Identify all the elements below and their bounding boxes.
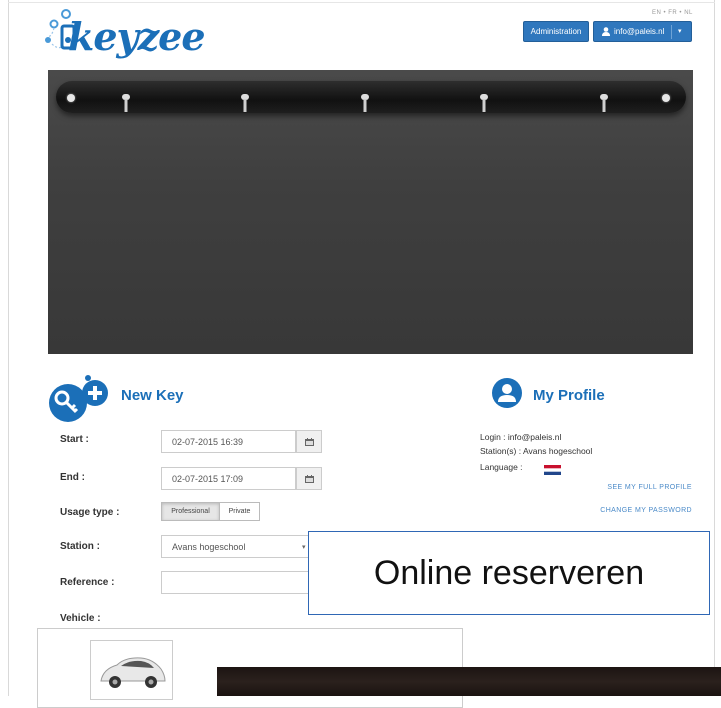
profile-icon: [492, 378, 522, 408]
key-hook-icon: [241, 94, 249, 112]
rail-screw-icon: [662, 94, 670, 102]
car-icon: [100, 657, 166, 688]
chevron-down-icon: ▾: [302, 544, 306, 551]
user-email: info@paleis.nl: [614, 27, 665, 36]
vehicle-label: Vehicle :: [60, 613, 101, 624]
background-photo: [217, 667, 721, 696]
rail-screw-icon: [67, 94, 75, 102]
end-label: End :: [60, 472, 85, 483]
reference-label: Reference :: [60, 577, 115, 588]
reference-input[interactable]: [161, 571, 316, 594]
user-menu-button[interactable]: info@paleis.nl ▾: [593, 21, 692, 42]
start-datetime-input[interactable]: 02-07-2015 16:39: [161, 430, 296, 453]
start-calendar-button[interactable]: [296, 430, 322, 453]
page-frame-left: [8, 0, 9, 696]
administration-button[interactable]: Administration: [523, 21, 589, 42]
start-label: Start :: [60, 434, 89, 445]
key-hook-icon: [480, 94, 488, 112]
profile-language-label: Language :: [480, 462, 523, 472]
usage-type-label: Usage type :: [60, 507, 120, 518]
see-full-profile-link[interactable]: SEE MY FULL PROFILE: [607, 484, 692, 491]
key-icon: [49, 375, 108, 422]
online-reserveren-caption: Online reserveren: [308, 531, 710, 615]
vehicle-card[interactable]: [90, 640, 173, 700]
netherlands-flag-icon: [544, 465, 561, 475]
key-hook-icon: [361, 94, 369, 112]
calendar-icon: [304, 474, 314, 483]
calendar-icon: [304, 437, 314, 446]
new-key-title: New Key: [121, 387, 184, 404]
usage-private-button[interactable]: Private: [219, 502, 260, 521]
station-select[interactable]: Avans hogeschool: [161, 535, 316, 558]
user-icon: [602, 27, 610, 36]
usage-professional-button[interactable]: Professional: [161, 502, 220, 521]
chevron-down-icon[interactable]: ▾: [678, 27, 682, 35]
logo-wordmark[interactable]: keyzee: [68, 14, 206, 59]
profile-stations: Station(s) : Avans hogeschool: [480, 446, 593, 456]
language-switcher[interactable]: EN • FR • NL: [652, 10, 693, 16]
page-frame-top: [8, 2, 715, 3]
my-profile-title: My Profile: [533, 387, 605, 404]
key-hook-icon: [600, 94, 608, 112]
key-hook-icon: [122, 94, 130, 112]
station-label: Station :: [60, 541, 100, 552]
page-frame-right: [714, 0, 715, 696]
end-datetime-input[interactable]: 02-07-2015 17:09: [161, 467, 296, 490]
profile-login: Login : info@paleis.nl: [480, 432, 562, 442]
change-password-link[interactable]: CHANGE MY PASSWORD: [600, 507, 692, 514]
key-rail: [56, 81, 686, 113]
button-divider: [671, 25, 672, 39]
end-calendar-button[interactable]: [296, 467, 322, 490]
